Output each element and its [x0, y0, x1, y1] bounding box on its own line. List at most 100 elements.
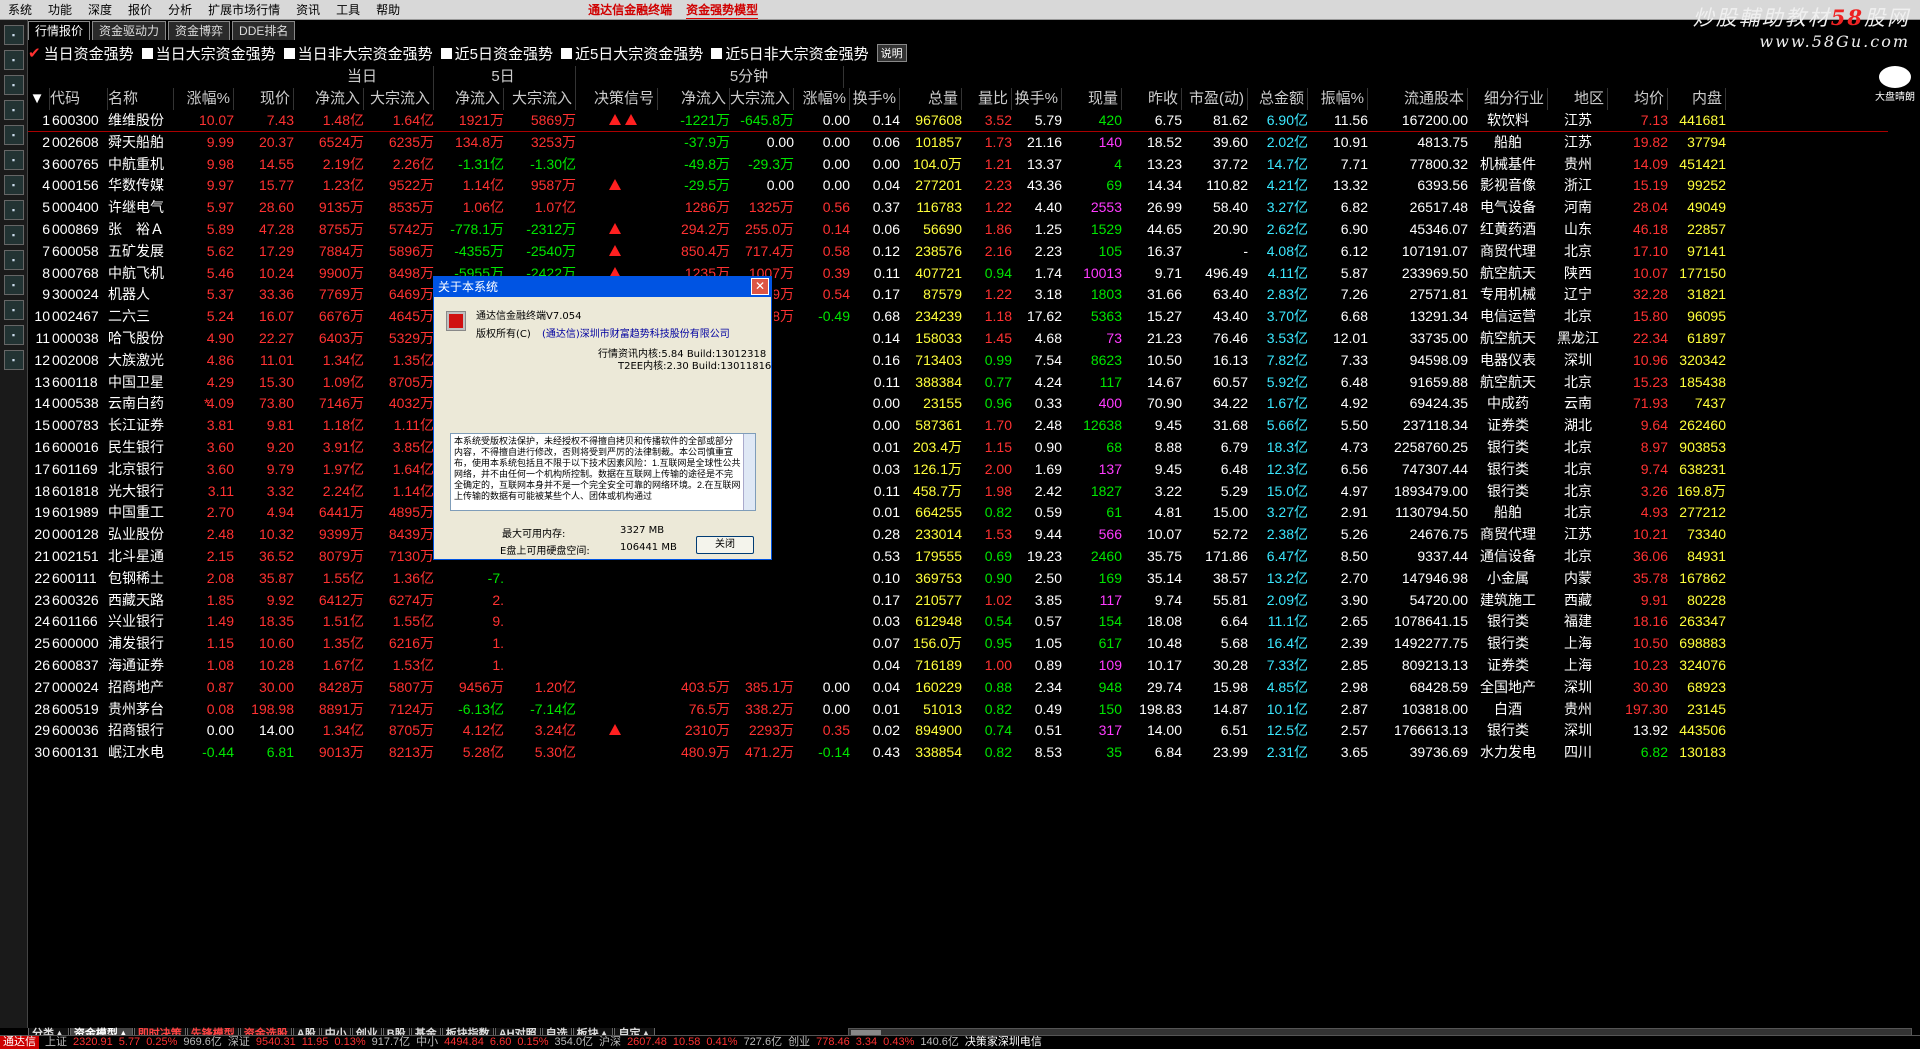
- menu-link-terminal[interactable]: 通达信金融终端: [588, 1, 672, 18]
- table-row[interactable]: 18601818光大银行3.113.322.24亿1.14亿4.0.11458.…: [28, 481, 1888, 503]
- license-text[interactable]: 本系统受版权法保护，未经授权不得擅自拷贝和传播软件的全部或部分内容，不得擅自进行…: [450, 433, 756, 511]
- column-header[interactable]: 现价: [234, 88, 294, 110]
- column-header[interactable]: 涨幅%: [174, 88, 234, 110]
- column-header[interactable]: 名称: [108, 88, 174, 110]
- menu-item[interactable]: 报价: [120, 0, 160, 20]
- toolbar-icon[interactable]: ▪: [3, 175, 24, 195]
- table-row[interactable]: 1 600300 维维股份 10.07 7.43 1.48亿 1.64亿 1921万 5869万…: [28, 110, 1888, 132]
- menu-link-model[interactable]: 资金强势模型: [686, 1, 759, 19]
- table-row[interactable]: 13600118中国卫星4.2915.301.09亿8705万-2.0.1138…: [28, 372, 1888, 394]
- table-row[interactable]: 9300024机器人5.3733.367769万6469万1.24亿9487万5…: [28, 284, 1888, 306]
- column-header[interactable]: 大宗流入: [730, 88, 794, 110]
- column-header[interactable]: 大宗流入: [364, 88, 434, 110]
- table-row[interactable]: 29 600036 招商银行 0.00 14.00 1.34亿 8705万 4.12亿 3.24…: [28, 720, 1888, 742]
- toolbar-icon[interactable]: ▪: [3, 350, 24, 370]
- table-row[interactable]: 27 000024 招商地产 0.87 30.00 8428万 5807万 9456万 1.20…: [28, 677, 1888, 699]
- table-row[interactable]: 6 000869 张 裕Ａ 5.89 47.28 8755万 5742万 -778.1万 -23…: [28, 219, 1888, 241]
- table-row[interactable]: 23 600326 西藏天路 1.85 9.92 6412万 6274万 2. 0.17 2105…: [28, 590, 1888, 612]
- column-header[interactable]: 内盘: [1668, 88, 1726, 110]
- table-row[interactable]: 30 600131 岷江水电 -0.44 6.81 9013万 8213万 5.28亿 5.30…: [28, 742, 1888, 764]
- tab-1[interactable]: 资金驱动力: [92, 21, 167, 40]
- toolbar-icon[interactable]: ▪: [3, 100, 24, 120]
- scrollbar[interactable]: [743, 434, 755, 510]
- menu-item[interactable]: 分析: [160, 0, 200, 20]
- table-row[interactable]: 11000038哈飞股份4.9022.276403万5329万-3050.141…: [28, 328, 1888, 350]
- toolbar-icon[interactable]: ▪: [3, 225, 24, 245]
- sort-icon[interactable]: ▼: [28, 88, 50, 110]
- table-row[interactable]: 8 000768 中航飞机 5.46 10.24 9900万 8498万 -5955万 -242…: [28, 263, 1888, 285]
- column-header[interactable]: 决策信号: [576, 88, 658, 110]
- table-row[interactable]: 3 600765 中航重机 9.98 14.55 2.19亿 2.26亿 -1.31亿 -1.3…: [28, 154, 1888, 176]
- toolbar-icon[interactable]: ▪: [3, 200, 24, 220]
- table-row[interactable]: 24 601166 兴业银行 1.49 18.35 1.51亿 1.55亿 9. 0.03 612…: [28, 611, 1888, 633]
- table-row[interactable]: 7 600058 五矿发展 5.62 17.29 7884万 5896万 -4355万 -254…: [28, 241, 1888, 263]
- table-row[interactable]: 20000128弘业股份2.4810.329399万8439万2.0.28233…: [28, 524, 1888, 546]
- column-header[interactable]: 振幅%: [1308, 88, 1368, 110]
- column-header[interactable]: 大宗流入: [504, 88, 576, 110]
- checkbox[interactable]: [560, 47, 572, 59]
- checkbox[interactable]: [141, 47, 153, 59]
- table-row[interactable]: 14000538云南白药*4.0973.807146万4032万-1420.00…: [28, 393, 1888, 415]
- tab-0[interactable]: 行情报价: [28, 21, 91, 40]
- menu-item[interactable]: 功能: [40, 0, 80, 20]
- market-weather[interactable]: 大盘晴朗: [1872, 66, 1918, 112]
- toolbar-icon[interactable]: ▪: [3, 325, 24, 345]
- filter-option[interactable]: ✔ 当日资金强势: [28, 43, 134, 64]
- column-header[interactable]: 地区: [1548, 88, 1608, 110]
- table-row[interactable]: 15000783长江证券3.819.811.18亿1.11亿2.0.005873…: [28, 415, 1888, 437]
- checkbox[interactable]: [440, 47, 452, 59]
- table-row[interactable]: 19601989中国重工2.704.946441万4895万-2.0.01664…: [28, 502, 1888, 524]
- menu-item[interactable]: 帮助: [368, 0, 408, 20]
- column-header[interactable]: 换手%: [850, 88, 900, 110]
- toolbar-icon[interactable]: ▪: [3, 150, 24, 170]
- table-row[interactable]: 22 600111 包钢稀土 2.08 35.87 1.55亿 1.36亿 -7. 0.10 36…: [28, 568, 1888, 590]
- menu-item[interactable]: 资讯: [288, 0, 328, 20]
- checkbox[interactable]: [711, 47, 723, 59]
- toolbar-icon[interactable]: ▪: [3, 75, 24, 95]
- column-header[interactable]: 昨收: [1122, 88, 1182, 110]
- table-row[interactable]: 26 600837 海通证券 1.08 10.28 1.67亿 1.53亿 1. 0.04 716…: [28, 655, 1888, 677]
- column-header[interactable]: 现量: [1062, 88, 1122, 110]
- column-header[interactable]: 涨幅%: [794, 88, 850, 110]
- table-row[interactable]: 4 000156 华数传媒 9.97 15.77 1.23亿 9522万 1.14亿 9587万…: [28, 175, 1888, 197]
- tab-2[interactable]: 资金博弈: [168, 21, 231, 40]
- table-row[interactable]: 2 002608 舜天船舶 9.99 20.37 6524万 6235万 134.8万 3253…: [28, 132, 1888, 154]
- menu-item[interactable]: 系统: [0, 0, 40, 20]
- filter-option[interactable]: 当日非大宗资金强势: [283, 43, 433, 64]
- explain-button[interactable]: 说明: [876, 44, 907, 62]
- column-header[interactable]: 代码: [50, 88, 108, 110]
- toolbar-icon[interactable]: ▪: [3, 25, 24, 45]
- table-row[interactable]: 21002151北斗星通2.1536.528079万7130万-1.0.5317…: [28, 546, 1888, 568]
- column-header[interactable]: 均价: [1608, 88, 1668, 110]
- toolbar-icon[interactable]: ▪: [3, 300, 24, 320]
- column-header[interactable]: 净流入: [294, 88, 364, 110]
- column-header[interactable]: 量比: [962, 88, 1012, 110]
- column-header[interactable]: 流通股本: [1368, 88, 1468, 110]
- table-row[interactable]: 10002467二六三5.2416.076676万4645万-6305万-690…: [28, 306, 1888, 328]
- column-header[interactable]: 市盈(动): [1182, 88, 1248, 110]
- close-button[interactable]: 关闭: [696, 536, 754, 554]
- column-header[interactable]: 总金额: [1248, 88, 1308, 110]
- table-row[interactable]: 17601169北京银行3.609.791.97亿1.64亿3.0.03126.…: [28, 459, 1888, 481]
- close-icon[interactable]: ✕: [751, 278, 769, 295]
- filter-option[interactable]: 近5日资金强势: [440, 43, 553, 64]
- filter-option[interactable]: 当日大宗资金强势: [141, 43, 276, 64]
- table-row[interactable]: 12002008大族激光4.8611.011.34亿1.35亿-110.1671…: [28, 350, 1888, 372]
- checkbox[interactable]: [283, 47, 295, 59]
- column-header[interactable]: 换手%: [1012, 88, 1062, 110]
- filter-option[interactable]: 近5日大宗资金强势: [560, 43, 703, 64]
- toolbar-icon[interactable]: ▪: [3, 275, 24, 295]
- column-header[interactable]: 细分行业: [1468, 88, 1548, 110]
- menu-item[interactable]: 工具: [328, 0, 368, 20]
- table-row[interactable]: 16600016民生银行3.609.203.91亿3.85亿3.0.01203.…: [28, 437, 1888, 459]
- table-row[interactable]: 28 600519 贵州茅台 0.08 198.98 8891万 7124万 -6.13亿 -7…: [28, 699, 1888, 721]
- toolbar-icon[interactable]: ▪: [3, 50, 24, 70]
- menu-item[interactable]: 扩展市场行情: [200, 0, 288, 20]
- menu-item[interactable]: 深度: [80, 0, 120, 20]
- table-row[interactable]: 25 600000 浦发银行 1.15 10.60 1.35亿 6216万 1. 0.07 156…: [28, 633, 1888, 655]
- toolbar-icon[interactable]: ▪: [3, 250, 24, 270]
- column-header[interactable]: 净流入: [658, 88, 730, 110]
- tab-3[interactable]: DDE排名: [232, 21, 296, 40]
- toolbar-icon[interactable]: ▪: [3, 125, 24, 145]
- column-header[interactable]: 总量: [902, 88, 962, 110]
